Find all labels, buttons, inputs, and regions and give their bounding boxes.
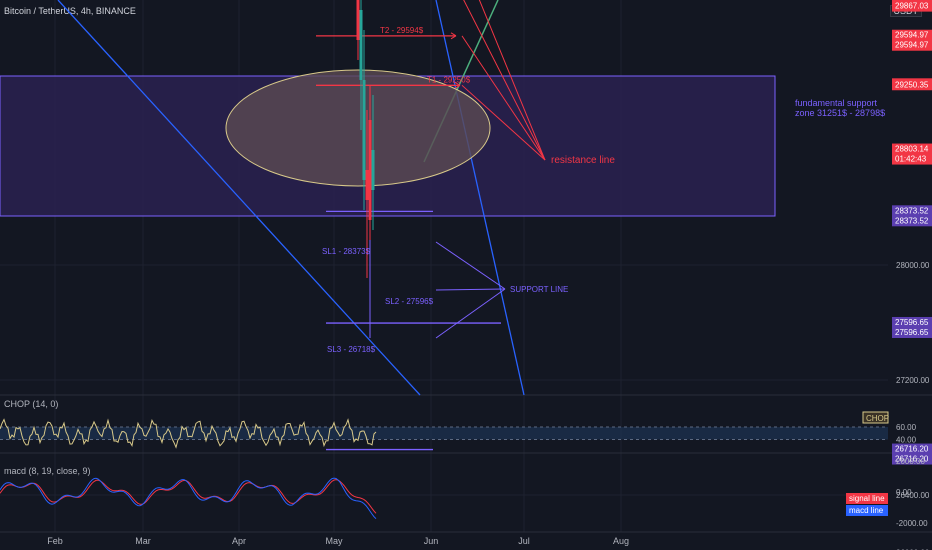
- chop-badge-text: CHOP: [866, 414, 889, 423]
- time-axis-label: Apr: [232, 536, 246, 546]
- macd-legend-label: signal line: [849, 494, 885, 503]
- support-label: SUPPORT LINE: [510, 285, 568, 294]
- chop-pane: CHOP (14, 0) CHOP: [0, 399, 889, 449]
- price-tag-text: 26716.20: [895, 445, 929, 454]
- support-callout-line: [435, 288, 506, 339]
- price-axis[interactable]: 32400.0032000.0031600.0031200.0030800.00…: [892, 0, 932, 550]
- time-axis-label: Feb: [47, 536, 63, 546]
- macd-pane: macd (8, 19, close, 9) signal line macd li…: [0, 466, 888, 520]
- price-tag-text: 27596.65: [895, 328, 929, 337]
- price-tag-text: 29250.35: [895, 80, 929, 89]
- time-axis-label: Aug: [613, 536, 629, 546]
- zone-label-line: zone 31251$ - 28798$: [795, 108, 885, 118]
- price-tag-text: 29594.97: [895, 41, 929, 50]
- price-tag-text: 29867.03: [895, 2, 929, 11]
- chop-axis-label: 40.00: [896, 436, 917, 445]
- time-axis-label: May: [325, 536, 343, 546]
- macd-title: macd (8, 19, close, 9): [4, 466, 91, 476]
- candle-body: [371, 150, 375, 190]
- target-label: T1 - 29250$: [427, 75, 471, 84]
- chop-title: CHOP (14, 0): [4, 399, 58, 409]
- macd-line-series: [0, 477, 377, 520]
- stop-label: SL2 - 27596$: [385, 297, 434, 306]
- macd-axis-label: -2000.00: [896, 519, 928, 528]
- price-tag-text: 01:42:43: [895, 155, 927, 164]
- time-axis-label: Mar: [135, 536, 151, 546]
- candle-body: [359, 10, 363, 80]
- price-tag-text: 29867.03: [895, 0, 929, 1]
- macd-axis-label: 2000.00: [896, 457, 925, 466]
- price-tag-text: 28373.52: [895, 216, 929, 225]
- chop-axis-label: 60.00: [896, 423, 917, 432]
- zone-label-line: fundamental support: [795, 98, 878, 108]
- price-tag-text: 28373.52: [895, 206, 929, 215]
- time-axis-label: Jun: [424, 536, 439, 546]
- support-callout-line: [435, 288, 506, 291]
- macd-legend-label: macd line: [849, 506, 884, 515]
- candle-body: [368, 120, 372, 220]
- price-axis-label: 28000.00: [896, 261, 930, 270]
- candle-body: [362, 80, 366, 180]
- candle-body: [356, 0, 360, 40]
- time-axis[interactable]: Feb Mar Apr May Jun Jul Aug: [47, 536, 629, 546]
- highlight-ellipse-shape: [225, 69, 491, 187]
- macd-signal-series: [0, 479, 377, 514]
- highlight-ellipse: [225, 69, 491, 187]
- price-tag-text: 27596.65: [895, 318, 929, 327]
- resistance-label: resistance line: [551, 155, 615, 166]
- price-axis-label: 27200.00: [896, 376, 930, 385]
- target-label: T2 - 29594$: [380, 26, 424, 35]
- stop-label: SL3 - 26718$: [327, 345, 376, 354]
- price-tag-text: 29594.97: [895, 31, 929, 40]
- candle-body: [365, 170, 369, 200]
- chart-canvas[interactable]: fundamental supportzone 31251$ - 28798$ T…: [0, 0, 932, 550]
- price-tag-text: 28803.14: [895, 145, 929, 154]
- time-axis-label: Jul: [518, 536, 530, 546]
- macd-axis-label: 0.00: [896, 488, 912, 497]
- stop-label: SL1 - 28373$: [322, 247, 371, 256]
